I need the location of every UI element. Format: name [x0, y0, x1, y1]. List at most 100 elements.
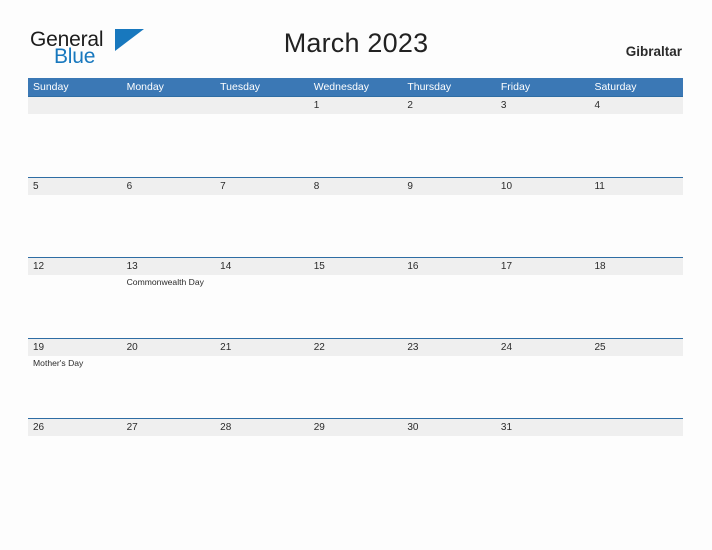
- calendar-week-row: 1 2 3 4: [28, 96, 683, 177]
- day-event: [314, 436, 403, 438]
- day-number: 5: [33, 180, 39, 192]
- day-cell[interactable]: 12: [28, 258, 122, 338]
- day-number: 23: [407, 341, 419, 353]
- day-cell[interactable]: 14: [215, 258, 309, 338]
- day-cell[interactable]: 5: [28, 178, 122, 258]
- weekday-header-tuesday: Tuesday: [220, 81, 261, 93]
- day-cell[interactable]: [122, 97, 216, 177]
- day-number: 29: [313, 422, 325, 433]
- calendar-week-row: 12 13 Commonwealth Day 14 15 16 17 18: [28, 257, 683, 338]
- day-number: 31: [500, 422, 513, 433]
- day-cell[interactable]: 22: [309, 339, 403, 419]
- day-cell[interactable]: 24: [496, 339, 590, 419]
- day-number: 8: [313, 180, 320, 192]
- weekday-header-sunday: Sunday: [33, 81, 69, 93]
- day-event: [501, 114, 590, 116]
- day-cell[interactable]: 20: [122, 339, 216, 419]
- day-cell[interactable]: 6: [122, 178, 216, 258]
- day-cell[interactable]: [28, 97, 122, 177]
- day-number: 21: [220, 341, 232, 353]
- day-event: [594, 356, 683, 358]
- day-number: 13: [126, 261, 138, 272]
- day-number: 18: [594, 261, 606, 272]
- day-event: [314, 114, 403, 116]
- day-cell[interactable]: 19 Mother's Day: [28, 339, 122, 419]
- day-cell[interactable]: 2: [402, 97, 496, 177]
- day-cell[interactable]: 29: [309, 419, 403, 499]
- day-event: [407, 356, 496, 358]
- day-cell[interactable]: 8: [309, 178, 403, 258]
- day-number: 16: [407, 261, 419, 272]
- day-cell[interactable]: [589, 419, 683, 499]
- day-cell[interactable]: 13 Commonwealth Day: [122, 258, 216, 338]
- day-number: 28: [220, 422, 232, 433]
- day-number: 30: [407, 422, 419, 433]
- day-number: 17: [500, 261, 513, 272]
- day-event: Commonwealth Day: [126, 277, 204, 287]
- day-cell[interactable]: 9: [402, 178, 496, 258]
- day-event: [501, 436, 590, 438]
- day-event: [314, 275, 403, 277]
- day-number: 3: [500, 100, 507, 111]
- page-title: March 2023: [283, 28, 429, 58]
- day-number: 7: [220, 180, 226, 192]
- day-event: [594, 436, 683, 438]
- weekday-header-monday: Monday: [126, 81, 164, 93]
- day-cell[interactable]: 7: [215, 178, 309, 258]
- day-cell[interactable]: 31: [496, 419, 590, 499]
- day-event: [33, 275, 122, 277]
- day-event: [220, 275, 309, 277]
- day-event: [407, 195, 496, 197]
- page-header: General Blue March 2023 Gibraltar: [0, 0, 712, 68]
- day-cell[interactable]: 18: [589, 258, 683, 338]
- day-cell[interactable]: 17: [496, 258, 590, 338]
- day-event: [220, 195, 309, 197]
- day-cell[interactable]: 26: [28, 419, 122, 499]
- day-event: [594, 195, 683, 197]
- day-cell[interactable]: 10: [496, 178, 590, 258]
- day-event: [314, 356, 403, 358]
- day-event: [127, 436, 216, 438]
- calendar-week-row: 5 6 7 8 9 10 11: [28, 176, 683, 258]
- day-event: [127, 356, 216, 358]
- day-event: [220, 114, 309, 116]
- day-cell[interactable]: 4: [589, 97, 683, 177]
- day-number: 25: [594, 341, 606, 353]
- day-number: 4: [594, 100, 601, 111]
- calendar-page: General Blue March 2023 Gibraltar Sunday…: [0, 0, 712, 550]
- day-cell[interactable]: 21: [215, 339, 309, 419]
- calendar-week-row: 26 27 28 29 30 31: [28, 418, 683, 499]
- day-number: 11: [594, 180, 605, 192]
- calendar-grid: Sunday Monday Tuesday Wednesday Thursday…: [28, 78, 683, 499]
- day-number: 9: [407, 180, 413, 192]
- day-cell[interactable]: 30: [402, 419, 496, 499]
- day-cell[interactable]: 3: [496, 97, 590, 177]
- day-cell[interactable]: 11: [589, 178, 683, 258]
- day-cell[interactable]: 28: [215, 419, 309, 499]
- day-number: 19: [33, 341, 45, 353]
- day-cell[interactable]: 1: [309, 97, 403, 177]
- day-number: 27: [126, 422, 138, 433]
- day-event: Mother's Day: [33, 357, 84, 368]
- day-event: [127, 114, 216, 116]
- day-event: [501, 356, 590, 358]
- day-cell[interactable]: 27: [122, 419, 216, 499]
- day-cell[interactable]: 15: [309, 258, 403, 338]
- day-event: [220, 356, 309, 358]
- day-number: 24: [500, 341, 513, 353]
- day-cell[interactable]: 23: [402, 339, 496, 419]
- day-event: [594, 114, 683, 116]
- weekday-header-friday: Friday: [500, 81, 531, 93]
- day-number: 15: [313, 261, 325, 272]
- day-event: [33, 114, 122, 116]
- day-number: 26: [33, 422, 45, 433]
- day-number: 20: [126, 341, 138, 353]
- day-cell[interactable]: [215, 97, 309, 177]
- weekday-header-saturday: Saturday: [594, 81, 637, 93]
- day-number: 6: [126, 180, 133, 192]
- day-number: 1: [313, 100, 320, 111]
- day-number: 22: [313, 341, 325, 353]
- day-cell[interactable]: 16: [402, 258, 496, 338]
- day-event: [220, 436, 309, 438]
- day-cell[interactable]: 25: [589, 339, 683, 419]
